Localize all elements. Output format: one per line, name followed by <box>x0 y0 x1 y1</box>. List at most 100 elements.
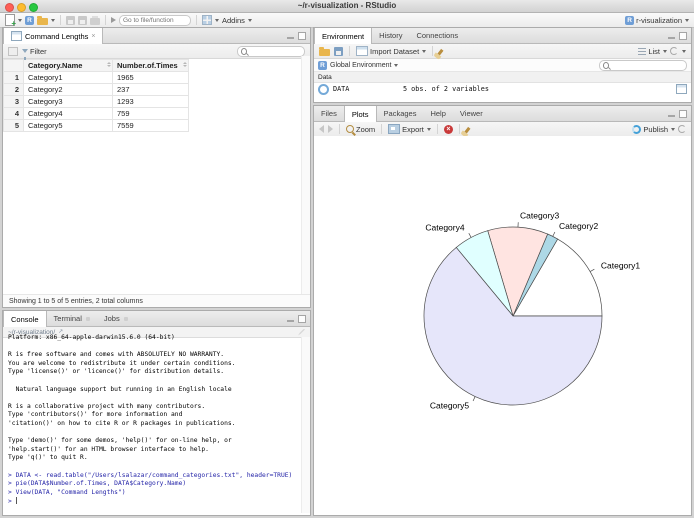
save-all-button[interactable] <box>78 15 87 25</box>
table-search-input[interactable] <box>249 47 301 55</box>
chevron-down-icon <box>682 49 686 53</box>
tab-environment[interactable]: Environment <box>314 28 373 44</box>
tab-plots[interactable]: Plots <box>343 106 377 122</box>
toolbar-separator <box>105 15 106 25</box>
save-icon <box>66 15 75 25</box>
search-icon <box>241 47 248 55</box>
console-output[interactable]: Platform: x86_64-apple-darwin15.6.0 (64-… <box>3 334 301 513</box>
column-header-number.of.times[interactable]: Number.of.Times <box>112 59 189 72</box>
search-icon <box>603 61 610 69</box>
print-icon <box>90 15 100 25</box>
pane-layout-button[interactable] <box>202 15 219 25</box>
table-row[interactable]: 4 Category4 759 <box>3 107 189 120</box>
new-file-icon <box>5 14 16 28</box>
zoom-window-button[interactable] <box>29 3 38 12</box>
addins-label: Addins <box>222 15 245 25</box>
popout-icon[interactable] <box>8 46 18 56</box>
next-plot-icon[interactable] <box>328 125 333 133</box>
environment-search-input[interactable] <box>611 61 683 69</box>
minimize-pane-icon[interactable] <box>287 320 294 322</box>
addins-button[interactable]: Addins <box>222 16 252 25</box>
list-view-label: List <box>648 46 660 56</box>
window-title: ~/r-visualization - RStudio <box>297 1 397 10</box>
goto-file-searchbox[interactable] <box>119 14 191 26</box>
tab-menu-icon[interactable] <box>123 316 128 321</box>
goto-file-input[interactable] <box>123 16 187 24</box>
tab-connections[interactable]: Connections <box>409 28 465 43</box>
project-menu-button[interactable]: R r-visualization <box>625 15 689 25</box>
toolbar-separator <box>436 124 438 134</box>
clear-plots-icon[interactable] <box>464 126 470 133</box>
environment-section-header: Data <box>314 72 691 83</box>
maximize-pane-icon[interactable] <box>298 315 306 323</box>
print-button[interactable] <box>90 15 100 25</box>
category-name-cell: Category5 <box>23 119 113 132</box>
save-button[interactable] <box>66 15 75 25</box>
load-workspace-icon[interactable] <box>319 46 330 56</box>
new-project-button[interactable]: R <box>25 15 34 25</box>
save-workspace-icon[interactable] <box>334 46 343 56</box>
pie-label-Category3: Category3 <box>520 211 559 221</box>
minimize-window-button[interactable] <box>17 3 26 12</box>
environment-searchbox[interactable] <box>599 59 687 71</box>
maximize-pane-icon[interactable] <box>679 32 687 40</box>
tab-console[interactable]: Console <box>3 311 47 327</box>
remove-plot-icon[interactable]: × <box>443 124 453 134</box>
console-pane: Console Terminal Jobs ~/r-visualization/ ↗… <box>2 310 311 516</box>
close-icon[interactable]: × <box>91 33 95 40</box>
console-scrollbar[interactable] <box>301 337 310 513</box>
close-window-button[interactable] <box>5 3 14 12</box>
project-name-label: r-visualization <box>636 15 682 25</box>
table-scrollbar[interactable] <box>301 56 310 294</box>
list-view-button[interactable]: List <box>638 47 667 56</box>
refresh-icon[interactable] <box>670 47 678 55</box>
zoom-plot-button[interactable]: Zoom <box>346 125 375 134</box>
table-row[interactable]: 2 Category2 237 <box>3 83 189 96</box>
tab-history[interactable]: History <box>372 28 409 43</box>
minimize-pane-icon[interactable] <box>668 115 675 117</box>
chevron-down-icon <box>663 49 667 53</box>
tab-help[interactable]: Help <box>423 106 452 121</box>
table-row[interactable]: 5 Category5 7559 <box>3 119 189 132</box>
sort-icon <box>107 62 111 67</box>
category-name-cell: Category4 <box>23 107 113 120</box>
titlebar: ~/r-visualization - RStudio <box>0 0 694 13</box>
open-file-button[interactable] <box>37 15 55 25</box>
tab-jobs[interactable]: Jobs <box>97 311 135 326</box>
column-header-category.name[interactable]: Category.Name <box>23 59 113 72</box>
export-plot-button[interactable]: Export <box>388 124 431 134</box>
publish-icon <box>632 124 642 134</box>
clear-workspace-icon[interactable] <box>437 48 444 55</box>
pie-label-tick <box>589 268 595 272</box>
import-dataset-button[interactable]: Import Dataset <box>356 46 427 56</box>
pie-chart: Category1 Category2Category3 Category4 Cate… <box>423 211 640 410</box>
table-row[interactable]: 1 Category1 1965 <box>3 71 189 84</box>
sort-down-icon <box>182 65 187 67</box>
view-table-icon[interactable] <box>676 84 687 94</box>
maximize-pane-icon[interactable] <box>679 110 687 118</box>
new-file-button[interactable] <box>5 14 22 28</box>
tab-terminal[interactable]: Terminal <box>47 311 97 326</box>
minimize-pane-icon[interactable] <box>668 37 675 39</box>
column-header-rownum[interactable] <box>3 59 24 72</box>
table-searchbox[interactable] <box>237 45 305 57</box>
environment-scope-button[interactable]: Global Environment <box>330 62 399 69</box>
tab-menu-icon[interactable] <box>85 316 90 321</box>
maximize-pane-icon[interactable] <box>298 32 306 40</box>
chevron-down-icon <box>685 18 689 22</box>
table-row[interactable]: 3 Category3 1293 <box>3 95 189 108</box>
tab-label: Connections <box>416 31 459 40</box>
refresh-plot-icon[interactable] <box>678 125 686 133</box>
minimize-pane-icon[interactable] <box>287 37 294 39</box>
console-line: Platform: x86_64-apple-darwin15.6.0 (64-… <box>8 334 175 341</box>
environment-object-row[interactable]: DATA 5 obs. of 2 variables <box>314 83 691 95</box>
filter-button[interactable]: Filter <box>22 47 47 60</box>
tab-packages[interactable]: Packages <box>377 106 424 121</box>
publish-button[interactable]: Publish <box>632 124 675 134</box>
tab-viewer[interactable]: Viewer <box>453 106 490 121</box>
previous-plot-icon[interactable] <box>319 125 324 133</box>
tab-command-lengths[interactable]: Command Lengths × <box>3 28 104 44</box>
chevron-down-icon <box>215 18 219 22</box>
tab-files[interactable]: Files <box>314 106 344 121</box>
